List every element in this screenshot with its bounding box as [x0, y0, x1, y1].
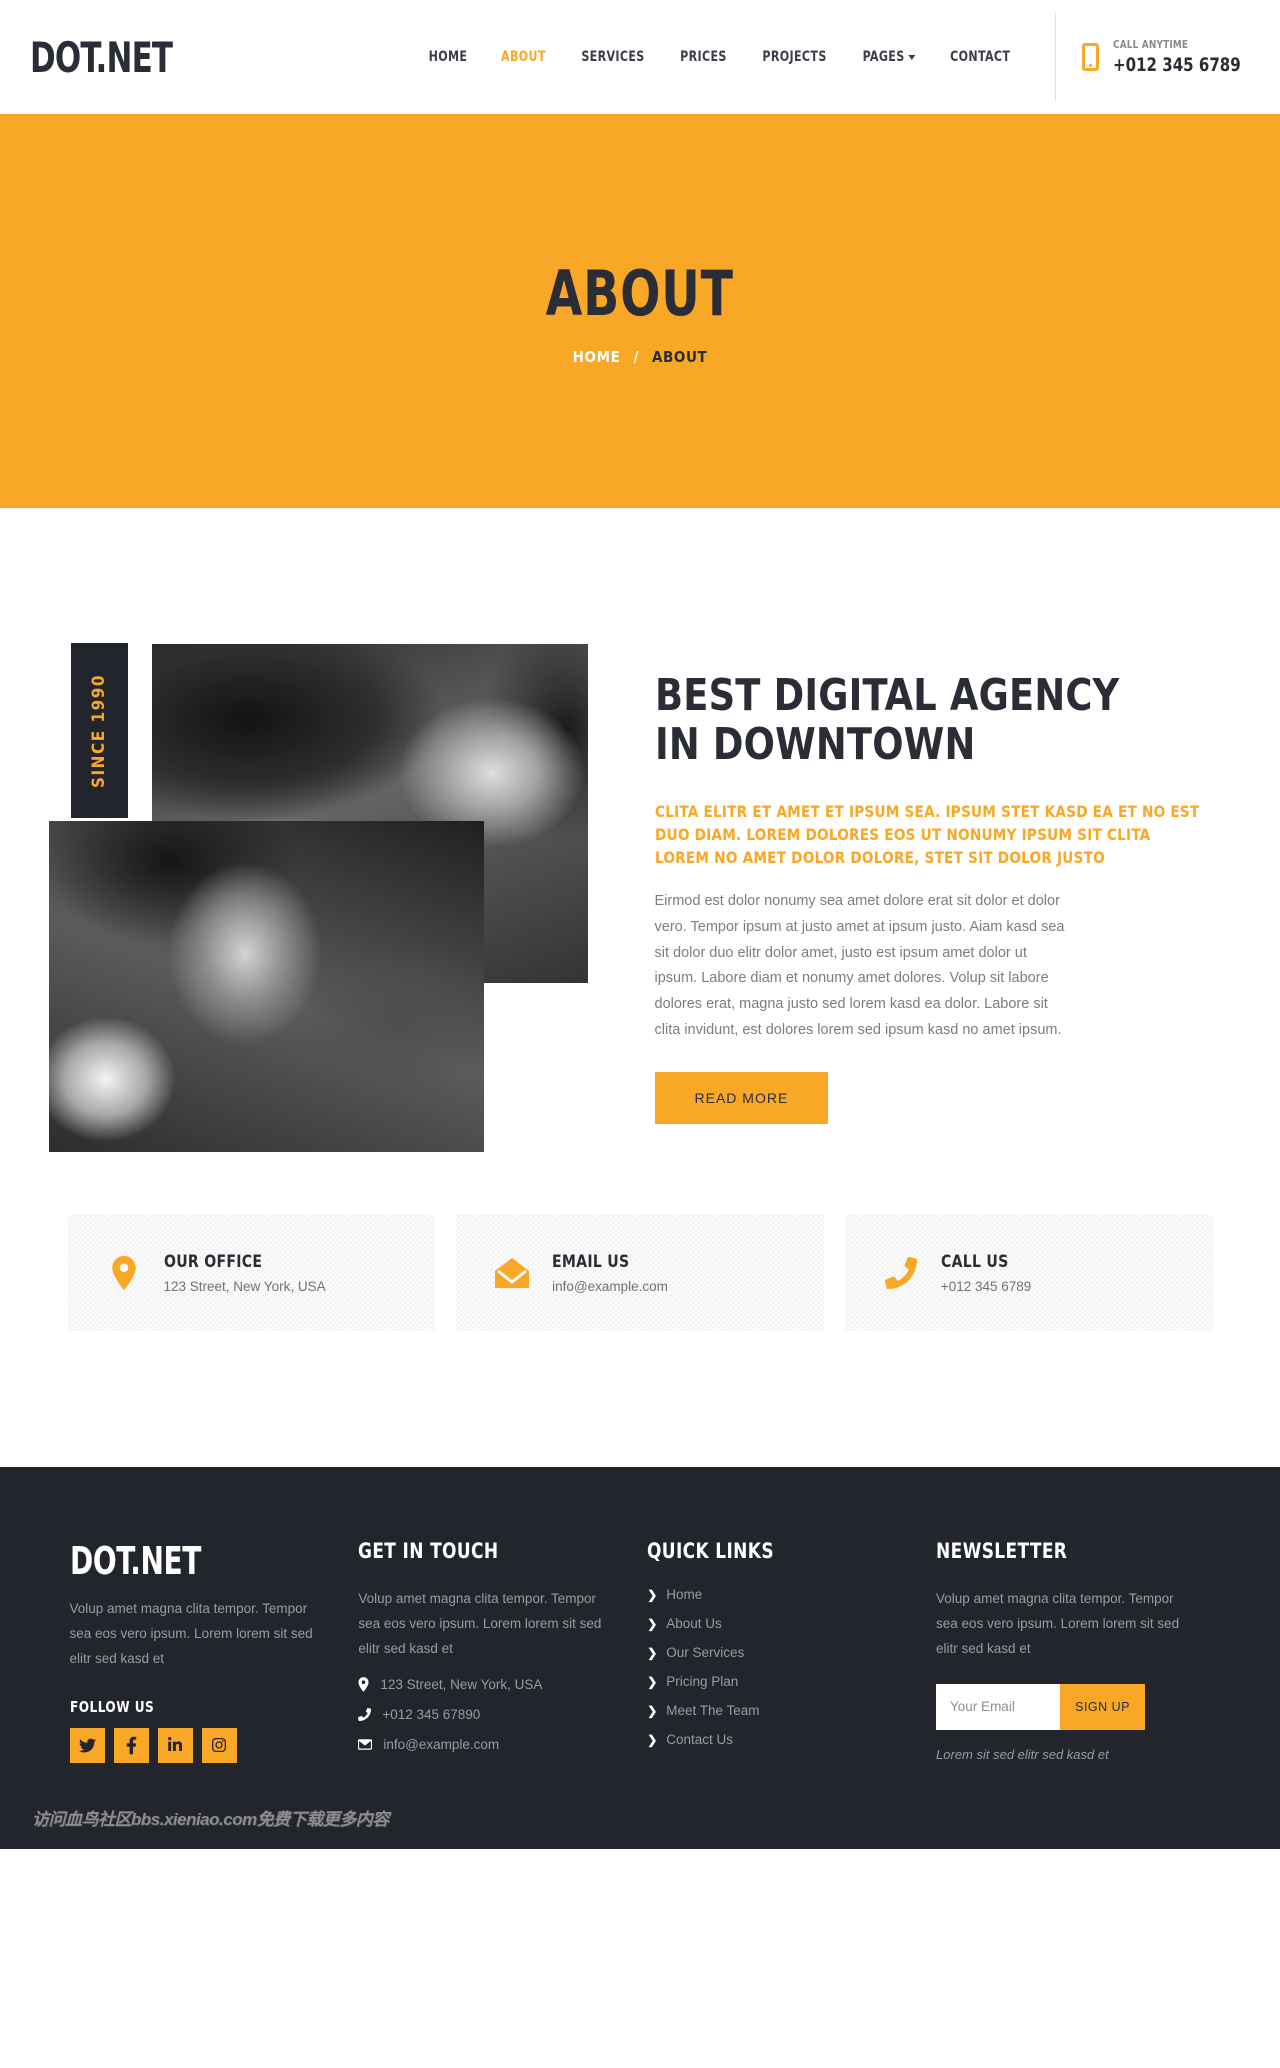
header-phone-number[interactable]: +012 345 6789: [1113, 54, 1241, 76]
footer-newsletter-column: NEWSLETTER Volup amet magna clita tempor…: [936, 1539, 1210, 1763]
newsletter-title: NEWSLETTER: [936, 1539, 1068, 1563]
breadcrumb-home[interactable]: HOME: [573, 348, 621, 366]
linkedin-icon[interactable]: [157, 1727, 193, 1763]
footer-link-label: Contact Us: [666, 1732, 734, 1747]
nav-item-pages[interactable]: PAGES: [862, 49, 915, 65]
about-lead-text: CLITA ELITR ET AMET ET IPSUM SEA. IPSUM …: [654, 801, 1199, 867]
read-more-button[interactable]: READ MORE: [654, 1071, 829, 1124]
twitter-icon[interactable]: [69, 1727, 105, 1763]
about-content: BEST DIGITAL AGENCY IN DOWNTOWN CLITA EL…: [593, 643, 1233, 1155]
nav-item-about[interactable]: ABOUT: [501, 49, 546, 65]
mobile-phone-icon: [1081, 43, 1099, 71]
footer-logo[interactable]: DOT.NET: [70, 1539, 284, 1583]
footer-link-our-services[interactable]: ❯ Our Services: [647, 1645, 908, 1660]
map-pin-icon: [106, 1256, 142, 1290]
nav-item-services[interactable]: SERVICES: [581, 49, 644, 65]
call-anytime-label: CALL ANYTIME: [1112, 38, 1189, 51]
contact-cards: OUR OFFICE 123 Street, New York, USA EMA…: [48, 1215, 1233, 1331]
chevron-down-icon: [907, 54, 915, 60]
site-logo[interactable]: DOT.NET: [30, 33, 173, 82]
card-title: OUR OFFICE: [163, 1252, 262, 1272]
phone-icon: [883, 1257, 919, 1289]
site-footer: DOT.NET Volup amet magna clita tempor. T…: [0, 1467, 1280, 1849]
chevron-right-icon: ❯: [647, 1703, 658, 1718]
page-header-banner: ABOUT HOME / ABOUT: [0, 114, 1280, 508]
nav-item-prices[interactable]: PRICES: [680, 49, 727, 65]
get-in-touch-text: Volup amet magna clita tempor. Tempor se…: [358, 1591, 602, 1656]
about-images: SINCE 1990: [48, 643, 593, 1155]
footer-address-text: 123 Street, New York, USA: [380, 1676, 543, 1692]
footer-link-meet-the-team[interactable]: ❯ Meet The Team: [647, 1703, 908, 1718]
footer-brand-text: Volup amet magna clita tempor. Tempor se…: [69, 1601, 313, 1666]
header-call-block: CALL ANYTIME +012 345 6789: [1054, 13, 1258, 101]
about-heading: BEST DIGITAL AGENCY IN DOWNTOWN: [655, 671, 1193, 770]
chevron-right-icon: ❯: [647, 1587, 658, 1602]
footer-link-label: Our Services: [666, 1645, 745, 1660]
footer-links-column: QUICK LINKS ❯ Home ❯ About Us ❯ Our Service…: [647, 1539, 936, 1763]
footer-contact-list: 123 Street, New York, USA +012 345 67890…: [358, 1677, 619, 1752]
watermark-text: 访问血鸟社区bbs.xieniao.com免费下载更多内容: [32, 1810, 389, 1830]
card-our-office[interactable]: OUR OFFICE 123 Street, New York, USA: [68, 1215, 436, 1331]
newsletter-note: Lorem sit sed elitr sed kasd et: [936, 1746, 1109, 1762]
follow-us-label: FOLLOW US: [69, 1697, 154, 1716]
footer-link-label: Pricing Plan: [666, 1674, 739, 1689]
breadcrumb-separator: /: [633, 347, 639, 366]
instagram-icon[interactable]: [201, 1727, 237, 1763]
site-header: DOT.NET HOME ABOUT SERVICES PRICES PROJE…: [0, 0, 1280, 114]
footer-link-home[interactable]: ❯ Home: [647, 1587, 908, 1602]
card-call-us[interactable]: CALL US +012 345 6789: [845, 1215, 1213, 1331]
nav-item-pages-label: PAGES: [862, 49, 905, 65]
footer-brand-column: DOT.NET Volup amet magna clita tempor. T…: [69, 1539, 359, 1763]
footer-link-about-us[interactable]: ❯ About Us: [647, 1616, 908, 1631]
footer-contact-column: GET IN TOUCH Volup amet magna clita temp…: [358, 1539, 647, 1763]
main-navigation: HOME ABOUT SERVICES PRICES PROJECTS PAGE…: [426, 49, 1015, 65]
newsletter-text: Volup amet magna clita tempor. Tempor se…: [936, 1591, 1180, 1656]
watermark: 访问血鸟社区bbs.xieniao.com免费下载更多内容: [0, 1787, 1280, 1849]
about-heading-line2: IN DOWNTOWN: [654, 719, 975, 771]
footer-email-row[interactable]: info@example.com: [358, 1737, 619, 1752]
envelope-icon: [494, 1258, 530, 1288]
chevron-right-icon: ❯: [647, 1645, 658, 1660]
footer-phone-row[interactable]: +012 345 67890: [358, 1707, 619, 1722]
footer-email-text: info@example.com: [383, 1736, 500, 1752]
footer-phone-text: +012 345 67890: [382, 1706, 481, 1722]
footer-link-pricing-plan[interactable]: ❯ Pricing Plan: [647, 1674, 908, 1689]
card-email-us[interactable]: EMAIL US info@example.com: [456, 1215, 824, 1331]
card-text: +012 345 6789: [940, 1279, 1032, 1294]
chevron-right-icon: ❯: [647, 1732, 658, 1747]
footer-link-label: Home: [666, 1587, 703, 1602]
breadcrumb-current: ABOUT: [651, 347, 708, 366]
newsletter-form: SIGN UP: [936, 1683, 1146, 1730]
footer-link-contact-us[interactable]: ❯ Contact Us: [647, 1732, 908, 1747]
footer-link-label: Meet The Team: [666, 1703, 760, 1718]
breadcrumb: HOME / ABOUT: [573, 348, 708, 366]
card-text: 123 Street, New York, USA: [163, 1279, 326, 1294]
nav-item-contact[interactable]: CONTACT: [951, 49, 1011, 65]
since-badge-label: SINCE 1990: [89, 673, 109, 788]
since-badge: SINCE 1990: [70, 643, 128, 818]
chevron-right-icon: ❯: [647, 1616, 658, 1631]
about-photo-bottom: [48, 821, 484, 1152]
footer-address-row[interactable]: 123 Street, New York, USA: [358, 1677, 619, 1692]
page-title: ABOUT: [545, 256, 735, 330]
card-title: CALL US: [940, 1252, 1009, 1272]
about-heading-line1: BEST DIGITAL AGENCY: [654, 670, 1119, 721]
get-in-touch-title: GET IN TOUCH: [358, 1539, 499, 1563]
card-text: info@example.com: [552, 1279, 668, 1294]
newsletter-email-input[interactable]: [936, 1683, 1061, 1730]
social-links: [69, 1727, 331, 1763]
nav-item-home[interactable]: HOME: [429, 49, 468, 65]
card-title: EMAIL US: [552, 1252, 630, 1272]
footer-link-label: About Us: [666, 1616, 722, 1631]
quick-links-title: QUICK LINKS: [647, 1539, 775, 1563]
chevron-right-icon: ❯: [647, 1674, 658, 1689]
newsletter-signup-button[interactable]: SIGN UP: [1060, 1683, 1146, 1730]
about-section: SINCE 1990 BEST DIGITAL AGENCY IN DOWNTO…: [48, 508, 1233, 1155]
nav-item-projects[interactable]: PROJECTS: [762, 49, 826, 65]
about-body-text: Eirmod est dolor nonumy sea amet dolore …: [654, 893, 1065, 1039]
facebook-icon[interactable]: [113, 1727, 149, 1763]
